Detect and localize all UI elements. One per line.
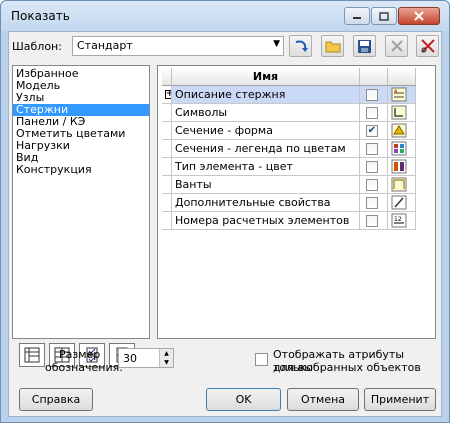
svg-text:12: 12	[394, 216, 402, 223]
delete-x-icon	[390, 40, 403, 52]
maximize-icon	[379, 11, 389, 21]
row-name: Ванты	[172, 176, 360, 194]
chevron-down-icon: ▼	[273, 39, 280, 49]
row-icon-cell	[388, 122, 416, 140]
element-type-color-icon	[391, 159, 407, 174]
template-value: Стандарт	[77, 39, 133, 52]
row-name: Номера расчетных элементов	[172, 212, 360, 230]
calc-element-numbers-icon: 12	[391, 213, 407, 228]
row-icon-cell: 12	[388, 212, 416, 230]
row-expander-cell	[162, 194, 172, 212]
row-expander-cell	[162, 140, 172, 158]
row-check-cell	[360, 140, 388, 158]
apply-button[interactable]: Применит	[364, 388, 436, 411]
row-name: Дополнительные свойства	[172, 194, 360, 212]
expand-plus-icon[interactable]: +	[165, 90, 171, 99]
dialog-body: Шаблон: Стандарт ▼ Избранное Модель Узлы…	[8, 31, 442, 417]
symbols-icon	[391, 105, 407, 120]
row-icon-cell: A	[388, 86, 416, 104]
attributes-selected-only-checkbox[interactable]	[255, 353, 268, 366]
row-check-cell	[360, 212, 388, 230]
window-title: Показать	[11, 9, 70, 23]
row-name: Сечение - форма	[172, 122, 360, 140]
minimize-icon	[353, 17, 361, 19]
grid-header-check	[360, 68, 388, 86]
size-spinner[interactable]: 30 ▲ ▼	[118, 348, 174, 368]
category-items: Избранное Модель Узлы Стержни Панели / КЭ Отм…	[13, 66, 149, 176]
row-checkbox[interactable]	[366, 197, 378, 209]
row-check-cell	[360, 158, 388, 176]
row-icon-cell	[388, 176, 416, 194]
apply-template-button[interactable]	[289, 35, 312, 57]
help-button[interactable]: Справка	[19, 388, 93, 411]
cancel-button[interactable]: Отмена	[287, 388, 359, 411]
row-expander-cell	[162, 212, 172, 230]
grid-header-name[interactable]: Имя	[172, 68, 360, 86]
row-check-cell	[360, 104, 388, 122]
row-checkbox[interactable]	[366, 143, 378, 155]
cables-icon	[391, 177, 407, 192]
template-combo[interactable]: Стандарт ▼	[72, 36, 284, 56]
row-check-cell	[360, 86, 388, 104]
spin-up-icon[interactable]: ▲	[159, 349, 173, 358]
curved-arrow-icon	[295, 40, 308, 52]
delete-template-button[interactable]	[385, 35, 408, 57]
row-checkbox[interactable]	[366, 179, 378, 191]
row-check-cell: ✔	[360, 122, 388, 140]
expand-all-button[interactable]	[19, 343, 45, 367]
row-expander-cell	[162, 158, 172, 176]
floppy-disk-icon	[358, 39, 371, 53]
row-expander-cell	[162, 176, 172, 194]
template-label: Шаблон:	[12, 40, 62, 53]
additional-properties-icon	[391, 195, 407, 210]
row-name: Описание стержня	[172, 86, 360, 104]
save-template-button[interactable]	[353, 35, 376, 57]
row-icon-cell	[388, 140, 416, 158]
row-checkbox[interactable]	[366, 107, 378, 119]
row-expander-cell	[162, 122, 172, 140]
size-value: 30	[123, 352, 137, 365]
row-checkbox[interactable]: ✔	[366, 125, 378, 137]
row-expander-cell[interactable]: +	[162, 86, 172, 104]
section-shape-icon	[391, 123, 407, 138]
grid-header-corner	[162, 68, 172, 86]
open-template-button[interactable]	[321, 35, 344, 57]
row-name: Символы	[172, 104, 360, 122]
attributes-option-line2: для выбранных объектов	[273, 361, 421, 374]
row-icon-cell	[388, 158, 416, 176]
spin-down-icon[interactable]: ▼	[159, 358, 173, 367]
scissors-x-icon	[420, 39, 435, 53]
row-check-cell	[360, 176, 388, 194]
properties-grid-panel: Имя +Описание стержня A СимволыСечение - ф…	[157, 65, 436, 339]
clear-template-button[interactable]	[416, 35, 439, 57]
row-checkbox[interactable]	[366, 161, 378, 173]
row-icon-cell	[388, 104, 416, 122]
row-expander-cell	[162, 104, 172, 122]
minimize-button[interactable]	[344, 7, 370, 25]
svg-text:A: A	[394, 89, 398, 95]
dialog-window: Показать Шаблон: Стандарт ▼ Избранное Мо…	[0, 0, 450, 423]
grid-header-icon	[388, 68, 416, 86]
close-icon	[414, 11, 424, 21]
row-icon-cell	[388, 194, 416, 212]
row-check-cell	[360, 194, 388, 212]
category-item[interactable]: Конструкция	[13, 164, 149, 176]
ok-button[interactable]: OK	[206, 388, 281, 411]
row-checkbox[interactable]	[366, 215, 378, 227]
bar-description-icon: A	[391, 87, 407, 102]
title-bar[interactable]: Показать	[1, 1, 449, 31]
folder-icon	[325, 41, 340, 53]
maximize-button[interactable]	[371, 7, 397, 25]
size-label-line2: обозначения:	[45, 361, 123, 374]
row-checkbox[interactable]	[366, 89, 378, 101]
section-color-legend-icon	[391, 141, 407, 156]
category-list[interactable]: Избранное Модель Узлы Стержни Панели / КЭ Отм…	[12, 65, 150, 367]
row-name: Сечения - легенда по цветам	[172, 140, 360, 158]
close-window-button[interactable]	[398, 7, 440, 25]
row-name: Тип элемента - цвет	[172, 158, 360, 176]
size-label-line1: Размер	[59, 348, 101, 361]
table-expand-icon	[24, 347, 40, 363]
